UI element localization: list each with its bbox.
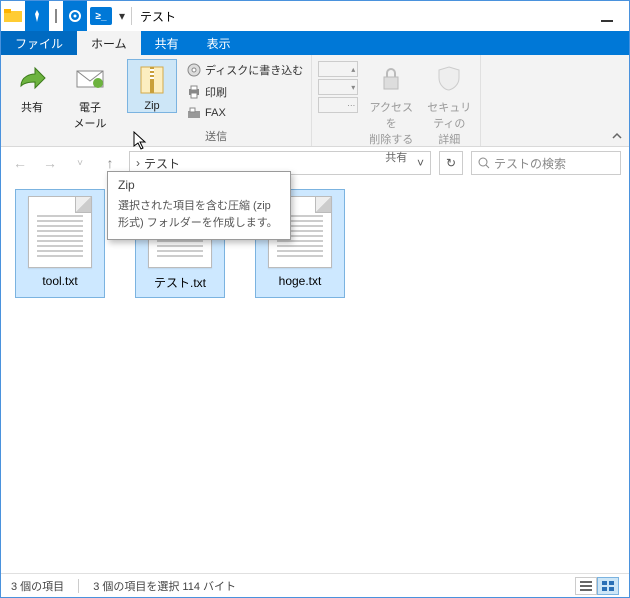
breadcrumb[interactable]: テスト — [144, 155, 180, 172]
gear-icon[interactable] — [63, 1, 87, 31]
up-button[interactable]: ↑ — [99, 155, 121, 171]
pin-icon[interactable] — [25, 1, 49, 31]
separator — [78, 579, 79, 593]
tab-home[interactable]: ホーム — [77, 31, 141, 55]
envelope-icon — [74, 63, 106, 95]
print-label: 印刷 — [205, 84, 227, 100]
separator — [131, 7, 132, 25]
tab-view[interactable]: 表示 — [193, 31, 245, 55]
icons-view-button[interactable] — [597, 577, 619, 595]
window-title: テスト — [140, 8, 176, 25]
file-name: hoge.txt — [279, 274, 322, 288]
file-name: テスト.txt — [154, 274, 206, 291]
title-bar: ≥_ ▾ テスト — [1, 1, 629, 31]
share-button[interactable]: 共有 — [7, 59, 57, 115]
search-icon — [478, 157, 490, 169]
quick-access-toolbar: ≥_ ▾ — [1, 1, 134, 31]
file-name: tool.txt — [42, 274, 77, 288]
burn-label: ディスクに書き込む — [205, 62, 303, 78]
search-placeholder: テストの検索 — [494, 155, 566, 172]
group-share-label: 共有 — [318, 149, 474, 165]
status-item-count: 3 個の項目 — [11, 578, 64, 594]
share-gallery[interactable]: ▴ ▾ ⋯ — [318, 59, 358, 115]
tab-share[interactable]: 共有 — [141, 31, 193, 55]
status-selection: 3 個の項目を選択 114 バイト — [93, 578, 236, 594]
burn-disc-button[interactable]: ディスクに書き込む — [185, 61, 305, 79]
minimize-button[interactable] — [585, 1, 629, 31]
tooltip-body: 選択された項目を含む圧縮 (zip 形式) フォルダーを作成します。 — [118, 198, 280, 231]
recent-dropdown[interactable]: ˅ — [69, 158, 91, 169]
zip-label: Zip — [144, 100, 159, 112]
search-box[interactable]: テストの検索 — [471, 151, 621, 175]
powershell-icon[interactable]: ≥_ — [87, 1, 115, 31]
zip-button[interactable]: Zip — [127, 59, 177, 113]
group-send-label: 送信 — [127, 128, 305, 144]
forward-button[interactable]: → — [39, 155, 61, 171]
lock-icon — [375, 63, 407, 95]
tooltip: Zip 選択された項目を含む圧縮 (zip 形式) フォルダーを作成します。 — [107, 171, 291, 240]
ribbon-group-share2: ▴ ▾ ⋯ アクセスを 削除する セキュリティの 詳細 共有 — [312, 55, 481, 146]
folder-icon[interactable] — [1, 1, 25, 31]
security-details-label: セキュリティの 詳細 — [424, 99, 474, 147]
email-button[interactable]: 電子 メール — [65, 59, 115, 131]
tab-file[interactable]: ファイル — [1, 31, 77, 55]
remove-access-button[interactable]: アクセスを 削除する — [366, 59, 416, 147]
nav-row: ← → ˅ ↑ › テスト ˅ ↻ テストの検索 — [1, 147, 629, 179]
email-label: 電子 メール — [74, 99, 107, 131]
ribbon-collapse-button[interactable] — [611, 130, 623, 142]
status-bar: 3 個の項目 3 個の項目を選択 114 バイト — [1, 573, 629, 597]
printer-icon — [187, 85, 201, 99]
zip-folder-icon — [136, 64, 168, 96]
share-arrow-icon — [16, 63, 48, 95]
details-view-button[interactable] — [575, 577, 597, 595]
share-label: 共有 — [21, 99, 43, 115]
breadcrumb-icon: › — [136, 156, 140, 170]
print-button[interactable]: 印刷 — [185, 83, 305, 101]
fax-button[interactable]: FAX — [185, 105, 305, 121]
remove-access-label: アクセスを 削除する — [366, 99, 416, 147]
disc-icon — [187, 63, 201, 77]
fax-icon — [187, 106, 201, 120]
view-mode-buttons — [575, 577, 619, 595]
shield-icon — [433, 63, 465, 95]
file-list-area[interactable]: tool.txt テスト.txt hoge.txt — [1, 179, 629, 573]
qat-split-icon[interactable] — [49, 1, 63, 31]
fax-label: FAX — [205, 107, 226, 119]
file-grid: tool.txt テスト.txt hoge.txt — [15, 189, 615, 298]
file-item[interactable]: tool.txt — [15, 189, 105, 298]
security-details-button[interactable]: セキュリティの 詳細 — [424, 59, 474, 147]
ribbon-group-share: 共有 電子 メール — [1, 55, 121, 146]
text-file-icon — [28, 196, 92, 268]
ribbon-group-send: Zip ディスクに書き込む 印刷 FAX 送信 — [121, 55, 312, 146]
ribbon-tabs: ファイル ホーム 共有 表示 — [1, 31, 629, 55]
ribbon: 共有 電子 メール Zip ディスクに書き込む — [1, 55, 629, 147]
tooltip-title: Zip — [118, 178, 280, 192]
back-button[interactable]: ← — [9, 155, 31, 171]
qat-dropdown-icon[interactable]: ▾ — [115, 1, 129, 31]
